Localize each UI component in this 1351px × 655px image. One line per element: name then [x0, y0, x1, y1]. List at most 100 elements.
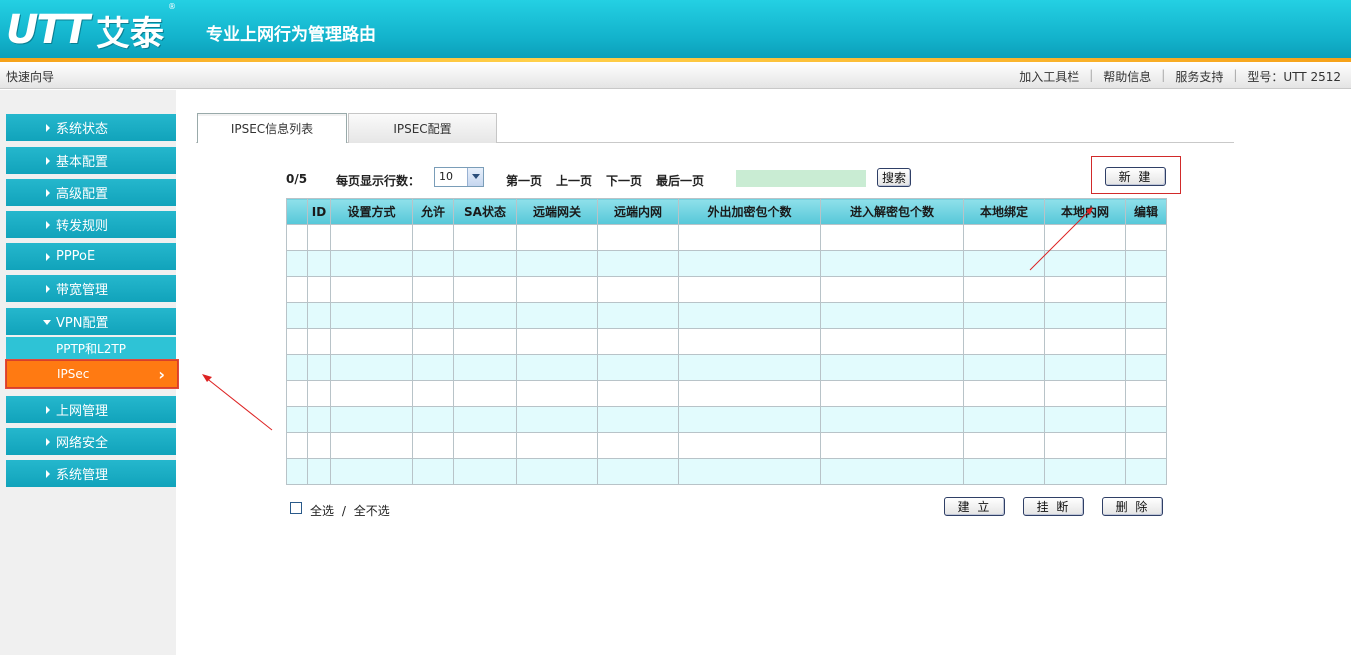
table-cell — [963, 276, 1045, 303]
column-header-local-lan[interactable]: 本地内网 — [1044, 198, 1126, 225]
sidebar-item-label: 高级配置 — [56, 187, 109, 202]
sidebar-item-network-security[interactable]: 网络安全 — [6, 428, 176, 455]
first-page-link[interactable]: 第一页 — [506, 172, 542, 189]
column-header-setup-mode[interactable]: 设置方式 — [330, 198, 413, 225]
sidebar-item-label: 网络安全 — [56, 436, 109, 451]
table-cell — [286, 250, 308, 277]
table-cell — [453, 250, 517, 277]
sidebar-item-basic-config[interactable]: 基本配置 — [6, 147, 176, 174]
table-cell — [597, 224, 679, 251]
connect-button[interactable]: 建 立 — [944, 497, 1005, 516]
delete-button[interactable]: 删 除 — [1102, 497, 1163, 516]
arrow-right-icon — [46, 157, 50, 165]
table-cell — [286, 458, 308, 485]
table-cell — [286, 432, 308, 459]
table-cell — [412, 458, 454, 485]
column-header-remote-gateway[interactable]: 远端网关 — [516, 198, 598, 225]
select-all-text[interactable]: 全选 — [310, 504, 334, 518]
table-cell — [597, 458, 679, 485]
next-page-link[interactable]: 下一页 — [606, 172, 642, 189]
column-header-outbound-packets[interactable]: 外出加密包个数 — [678, 198, 821, 225]
table-cell — [597, 328, 679, 355]
sidebar-subitem-pptp-l2tp[interactable]: PPTP和L2TP — [6, 337, 176, 359]
table-cell — [678, 380, 821, 407]
sidebar-item-label: 系统管理 — [56, 468, 109, 483]
table-cell — [516, 224, 598, 251]
column-header-id[interactable]: ID — [307, 198, 331, 225]
hangup-button[interactable]: 挂 断 — [1023, 497, 1084, 516]
column-header-local-binding[interactable]: 本地绑定 — [963, 198, 1045, 225]
table-cell — [1044, 458, 1126, 485]
sidebar-item-label: PPPoE — [56, 249, 96, 264]
column-header-select — [286, 198, 308, 225]
table-cell — [1044, 302, 1126, 329]
table-cell — [678, 328, 821, 355]
table-cell — [963, 250, 1045, 277]
table-cell — [412, 380, 454, 407]
table-cell — [516, 458, 598, 485]
table-cell — [412, 224, 454, 251]
table-cell — [963, 354, 1045, 381]
table-cell — [1044, 276, 1126, 303]
sidebar-item-label: 转发规则 — [56, 219, 109, 234]
arrow-right-icon — [46, 189, 50, 197]
select-all-checkbox[interactable] — [290, 502, 302, 514]
new-button[interactable]: 新 建 — [1105, 167, 1166, 186]
add-toolbar-link[interactable]: 加入工具栏 — [1019, 68, 1079, 85]
sidebar-item-label: 基本配置 — [56, 155, 109, 170]
table-cell — [1125, 328, 1167, 355]
sidebar-item-system-status[interactable]: 系统状态 — [6, 114, 176, 141]
arrow-right-icon — [46, 470, 50, 478]
table-cell — [307, 328, 331, 355]
ipsec-table: ID 设置方式 允许 SA状态 远端网关 远端内网 外出加密包个数 进入解密包个… — [286, 198, 1167, 485]
table-body — [286, 224, 1167, 485]
table-cell — [1044, 250, 1126, 277]
column-header-remote-lan[interactable]: 远端内网 — [597, 198, 679, 225]
help-info-link[interactable]: 帮助信息 — [1103, 68, 1151, 85]
sidebar-item-pppoe[interactable]: PPPoE — [6, 243, 176, 270]
column-header-sa-status[interactable]: SA状态 — [453, 198, 517, 225]
quick-wizard-link[interactable]: 快速向导 — [6, 68, 54, 85]
tab-ipsec-list[interactable]: IPSEC信息列表 — [197, 113, 347, 143]
table-cell — [330, 224, 413, 251]
column-header-allow[interactable]: 允许 — [412, 198, 454, 225]
sidebar-item-system-mgmt[interactable]: 系统管理 — [6, 460, 176, 487]
rows-per-page-select[interactable]: 10 — [434, 167, 484, 187]
chevron-right-icon: › — [158, 365, 165, 384]
table-cell — [1044, 406, 1126, 433]
table-cell — [307, 354, 331, 381]
chevron-down-icon[interactable] — [467, 168, 483, 186]
sidebar-item-bandwidth[interactable]: 带宽管理 — [6, 275, 176, 302]
table-cell — [1044, 380, 1126, 407]
sidebar-subitem-ipsec[interactable]: IPSec › — [5, 359, 179, 389]
table-cell — [330, 380, 413, 407]
select-none-text[interactable]: 全不选 — [354, 504, 390, 518]
prev-page-link[interactable]: 上一页 — [556, 172, 592, 189]
table-cell — [286, 302, 308, 329]
sidebar-item-vpn-config[interactable]: VPN配置 — [6, 308, 176, 335]
tab-ipsec-config[interactable]: IPSEC配置 — [348, 113, 497, 143]
model-info: 型号：UTT 2512 — [1247, 70, 1341, 84]
table-cell — [412, 328, 454, 355]
annotation-arrow-head — [202, 374, 212, 382]
logo-mark: UTT — [6, 7, 90, 53]
table-cell — [286, 328, 308, 355]
table-cell — [597, 406, 679, 433]
sidebar-item-advanced-config[interactable]: 高级配置 — [6, 179, 176, 206]
table-cell — [678, 432, 821, 459]
select-divider: / — [341, 504, 346, 518]
last-page-link[interactable]: 最后一页 — [656, 172, 704, 189]
search-button[interactable]: 搜索 — [877, 168, 911, 187]
table-cell — [678, 406, 821, 433]
table-cell — [286, 224, 308, 251]
table-cell — [597, 302, 679, 329]
table-cell — [307, 302, 331, 329]
sidebar-item-label: 上网管理 — [56, 404, 109, 419]
sidebar-item-internet-mgmt[interactable]: 上网管理 — [6, 396, 176, 423]
table-cell — [820, 250, 964, 277]
sidebar-item-forward-rules[interactable]: 转发规则 — [6, 211, 176, 238]
table-cell — [1125, 380, 1167, 407]
search-input[interactable] — [736, 170, 866, 187]
column-header-inbound-packets[interactable]: 进入解密包个数 — [820, 198, 964, 225]
service-support-link[interactable]: 服务支持 — [1175, 68, 1223, 85]
